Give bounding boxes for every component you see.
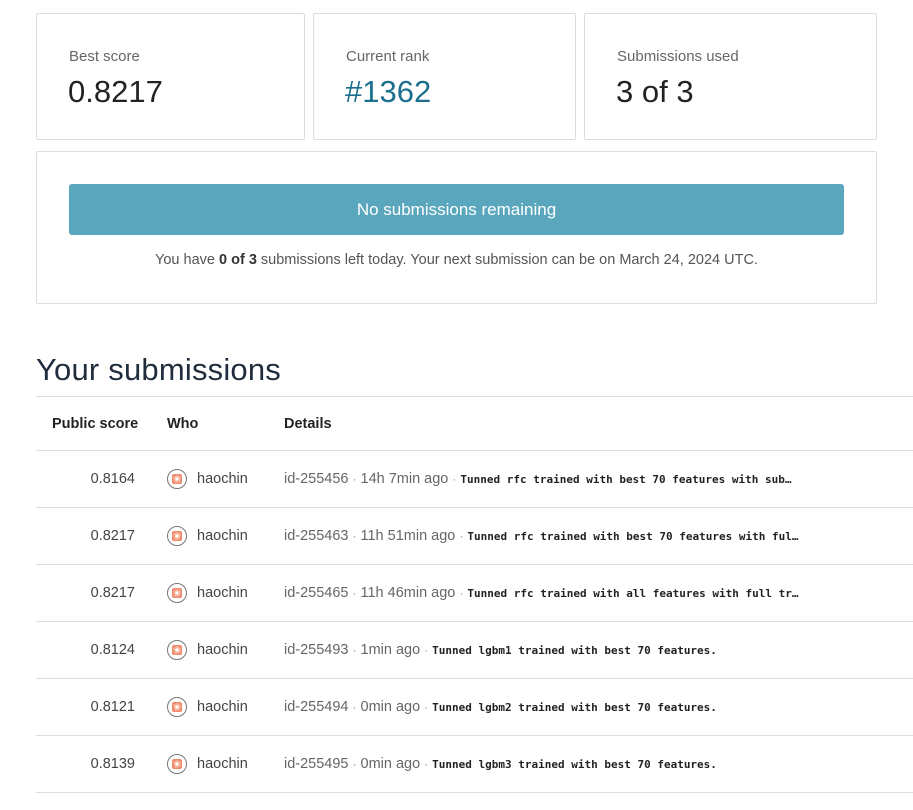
separator-dot: · — [352, 643, 357, 657]
submitter[interactable]: haochin — [167, 508, 248, 564]
submitter-name[interactable]: haochin — [197, 699, 248, 715]
separator-dot: · — [352, 472, 357, 486]
separator-dot: · — [452, 472, 457, 486]
submitter[interactable]: haochin — [167, 622, 248, 678]
table-header: Public score Who Details — [36, 397, 913, 451]
note-prefix: You have — [155, 252, 215, 268]
separator-dot: · — [424, 757, 429, 771]
user-avatar-icon[interactable] — [167, 469, 187, 489]
public-score: 0.8121 — [90, 699, 135, 715]
column-header-details: Details — [284, 415, 332, 432]
submit-panel: No submissions remaining You have 0 of 3… — [36, 151, 877, 304]
submissions-used-label: Submissions used — [617, 48, 739, 65]
public-score: 0.8164 — [90, 471, 135, 487]
submitter-name[interactable]: haochin — [197, 642, 248, 658]
user-avatar-icon[interactable] — [167, 754, 187, 774]
user-avatar-icon[interactable] — [167, 640, 187, 660]
table-row: 0.8217 haochin id-255463 · 11h 51min ago · Tun… — [36, 508, 913, 565]
submission-id[interactable]: id-255493 — [284, 642, 349, 658]
submission-time: 11h 46min ago — [360, 585, 456, 601]
separator-dot: · — [352, 700, 357, 714]
submission-details: id-255495 · 0min ago · Tunned lgbm3 trained … — [284, 736, 884, 792]
submission-description: Tunned lgbm3 trained with best 70 featur… — [432, 757, 717, 771]
submission-details: id-255463 · 11h 51min ago · Tunned rfc train… — [284, 508, 884, 564]
submissions-table: Public score Who Details 0.8164 haochin id… — [36, 396, 913, 793]
submission-time: 11h 51min ago — [360, 528, 456, 544]
submission-description: Tunned rfc trained with best 70 features… — [467, 529, 799, 543]
table-row: 0.8124 haochin id-255493 · 1min ago · Tunned l… — [36, 622, 913, 679]
submission-time: 0min ago — [360, 699, 421, 715]
column-header-who: Who — [167, 415, 199, 432]
separator-dot: · — [352, 757, 357, 771]
current-rank-value[interactable]: #1362 — [345, 74, 431, 110]
submission-id[interactable]: id-255495 — [284, 756, 349, 772]
note-count: 0 of 3 — [219, 252, 257, 268]
note-suffix: submissions left today. Your next submis… — [260, 252, 758, 268]
submitter-name[interactable]: haochin — [197, 585, 248, 601]
submitter[interactable]: haochin — [167, 565, 248, 621]
submission-id[interactable]: id-255456 — [284, 471, 349, 487]
separator-dot: · — [352, 586, 357, 600]
separator-dot: · — [459, 529, 464, 543]
submission-details: id-255493 · 1min ago · Tunned lgbm1 trained … — [284, 622, 884, 678]
submission-details: id-255494 · 0min ago · Tunned lgbm2 trained … — [284, 679, 884, 735]
submission-id[interactable]: id-255463 — [284, 528, 349, 544]
best-score-label: Best score — [69, 48, 140, 65]
separator-dot: · — [424, 700, 429, 714]
best-score-card: Best score 0.8217 — [36, 13, 305, 140]
submission-description: Tunned lgbm1 trained with best 70 featur… — [432, 643, 717, 657]
public-score: 0.8124 — [90, 642, 135, 658]
submission-description: Tunned lgbm2 trained with best 70 featur… — [432, 700, 717, 714]
public-score: 0.8139 — [90, 756, 135, 772]
separator-dot: · — [424, 643, 429, 657]
submission-details: id-255456 · 14h 7min ago · Tunned rfc traine… — [284, 451, 884, 507]
no-submissions-button[interactable]: No submissions remaining — [69, 184, 844, 235]
submitter-name[interactable]: haochin — [197, 471, 248, 487]
user-avatar-icon[interactable] — [167, 583, 187, 603]
submission-details: id-255465 · 11h 46min ago · Tunned rfc train… — [284, 565, 884, 621]
table-row: 0.8164 haochin id-255456 · 14h 7min ago · Tunn… — [36, 451, 913, 508]
submissions-left-note: You have 0 of 3 submissions left today. … — [37, 252, 876, 268]
public-score: 0.8217 — [90, 528, 135, 544]
submitter-name[interactable]: haochin — [197, 528, 248, 544]
submissions-used-card: Submissions used 3 of 3 — [584, 13, 877, 140]
current-rank-card: Current rank #1362 — [313, 13, 576, 140]
your-submissions-heading: Your submissions — [36, 352, 282, 387]
submission-description: Tunned rfc trained with best 70 features… — [460, 472, 792, 486]
column-header-score: Public score — [52, 415, 139, 432]
submission-time: 0min ago — [360, 756, 421, 772]
submissions-used-value: 3 of 3 — [616, 74, 694, 109]
submitter-name[interactable]: haochin — [197, 756, 248, 772]
public-score: 0.8217 — [90, 585, 135, 601]
submission-id[interactable]: id-255465 — [284, 585, 349, 601]
table-row: 0.8217 haochin id-255465 · 11h 46min ago · Tun… — [36, 565, 913, 622]
best-score-value: 0.8217 — [68, 74, 163, 109]
separator-dot: · — [352, 529, 357, 543]
current-rank-label: Current rank — [346, 48, 430, 65]
submission-description: Tunned rfc trained with all features wit… — [467, 586, 799, 600]
submission-time: 14h 7min ago — [360, 471, 449, 487]
separator-dot: · — [459, 586, 464, 600]
submitter[interactable]: haochin — [167, 736, 248, 792]
submission-time: 1min ago — [360, 642, 421, 658]
submitter[interactable]: haochin — [167, 679, 248, 735]
submission-id[interactable]: id-255494 — [284, 699, 349, 715]
table-row: 0.8121 haochin id-255494 · 0min ago · Tunned l… — [36, 679, 913, 736]
user-avatar-icon[interactable] — [167, 697, 187, 717]
submitter[interactable]: haochin — [167, 451, 248, 507]
table-body: 0.8164 haochin id-255456 · 14h 7min ago · Tunn… — [36, 451, 913, 793]
table-row: 0.8139 haochin id-255495 · 0min ago · Tunned l… — [36, 736, 913, 793]
user-avatar-icon[interactable] — [167, 526, 187, 546]
